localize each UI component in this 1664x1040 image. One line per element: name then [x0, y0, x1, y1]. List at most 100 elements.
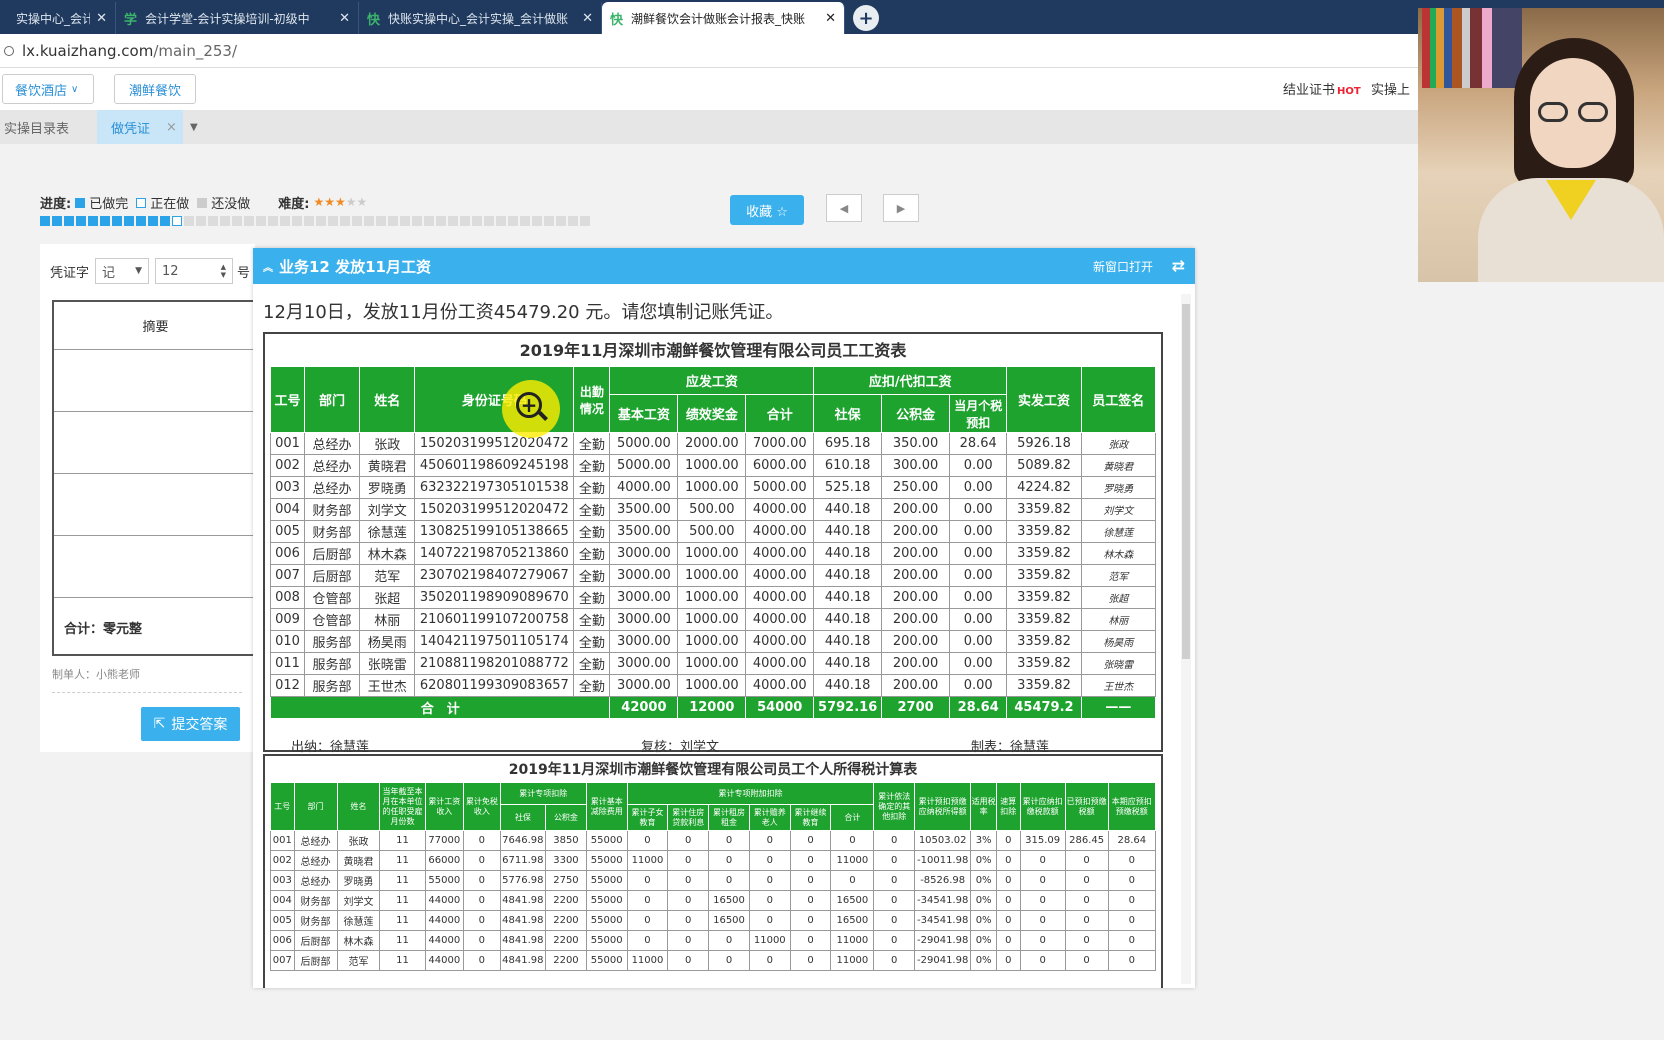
prev-arrow-icon[interactable]: ◀: [826, 194, 862, 222]
progress-cell[interactable]: [388, 216, 398, 226]
company-button[interactable]: 潮鲜餐饮: [114, 74, 196, 104]
progress-cell[interactable]: [172, 216, 182, 226]
tab-voucher[interactable]: 做凭证 ×: [97, 110, 183, 144]
table-cell: 林木森: [1080, 542, 1157, 565]
collapse-icon[interactable]: ︽: [263, 259, 273, 274]
stepper-arrows-icon[interactable]: ▲ ▼: [221, 263, 226, 279]
table-row: 008 仓管部 张超 350201198909089670 全勤 3000.00 1000.…: [270, 586, 1157, 609]
progress-cell[interactable]: [424, 216, 434, 226]
progress-cell[interactable]: [136, 216, 146, 226]
table-cell: 0: [789, 890, 832, 911]
progress-cell[interactable]: [88, 216, 98, 226]
close-icon[interactable]: ×: [166, 120, 177, 135]
tab-close-icon[interactable]: ✕: [582, 11, 593, 26]
voucher-type-select[interactable]: 记 ▼: [95, 258, 150, 284]
progress-cell[interactable]: [76, 216, 86, 226]
tax-group-header: 累计专项扣除: [499, 782, 587, 805]
new-tab-icon[interactable]: +: [853, 5, 879, 31]
open-new-window-link[interactable]: 新窗口打开: [1093, 258, 1153, 275]
table-cell: 全勤: [573, 564, 611, 587]
browser-tab[interactable]: 快快账实操中心_会计实操_会计做账 ✕: [359, 2, 602, 34]
url-domain: lx.kuaizhang.com: [22, 41, 154, 60]
tab-close-icon[interactable]: ✕: [339, 11, 350, 26]
address-bar[interactable]: lx.kuaizhang.com /main_253/: [0, 34, 1664, 68]
tab-close-icon[interactable]: ✕: [96, 11, 107, 26]
site-info-icon[interactable]: [4, 45, 14, 56]
voucher-row[interactable]: [54, 474, 257, 536]
progress-cell[interactable]: [52, 216, 62, 226]
progress-cell[interactable]: [376, 216, 386, 226]
browser-tab[interactable]: 学会计学堂-会计实操培训-初级中 ✕: [116, 2, 359, 34]
progress-cell[interactable]: [496, 216, 506, 226]
total-label: 合 计: [269, 696, 611, 719]
table-cell: 1000.00: [677, 564, 747, 587]
scrollbar[interactable]: [1181, 294, 1191, 984]
progress-cell[interactable]: [112, 216, 122, 226]
progress-cell[interactable]: [292, 216, 302, 226]
progress-cell[interactable]: [280, 216, 290, 226]
progress-cell[interactable]: [400, 216, 410, 226]
swap-icon[interactable]: ⇄: [1172, 256, 1185, 275]
voucher-table: 摘要 合计：零元整: [52, 300, 257, 656]
progress-cell[interactable]: [568, 216, 578, 226]
submit-answer-button[interactable]: ⇱ 提交答案: [141, 707, 240, 741]
progress-cell[interactable]: [448, 216, 458, 226]
progress-cell[interactable]: [148, 216, 158, 226]
progress-cell[interactable]: [544, 216, 554, 226]
progress-cell[interactable]: [520, 216, 530, 226]
table-cell: 200.00: [881, 674, 951, 697]
table-cell: 0%: [970, 930, 997, 951]
progress-cell[interactable]: [580, 216, 590, 226]
progress-cell[interactable]: [460, 216, 470, 226]
industry-dropdown[interactable]: 餐饮酒店 ∨: [2, 74, 94, 104]
browser-tab[interactable]: 快潮鲜餐饮会计做账会计报表_快账 ✕: [602, 2, 845, 34]
favorite-button[interactable]: 收藏 ☆: [730, 195, 804, 225]
progress-cell[interactable]: [256, 216, 266, 226]
progress-cell[interactable]: [328, 216, 338, 226]
progress-cell[interactable]: [184, 216, 194, 226]
progress-cell[interactable]: [316, 216, 326, 226]
progress-cell[interactable]: [124, 216, 134, 226]
scrollbar-thumb[interactable]: [1182, 304, 1190, 659]
cert-link[interactable]: 结业证书 HOT: [1283, 79, 1361, 98]
caret-down-icon: ▼: [135, 266, 143, 276]
browser-tab[interactable]: 实操中心_会计实操 ✕: [0, 2, 116, 34]
progress-cell[interactable]: [484, 216, 494, 226]
table-row: 003 总经办 罗晓勇 11 55000 0 5776.98 2750 55000 0 0 0 0 0 0 0…: [270, 870, 1157, 891]
progress-cell[interactable]: [352, 216, 362, 226]
progress-cell[interactable]: [532, 216, 542, 226]
progress-cell[interactable]: [508, 216, 518, 226]
table-cell: 11: [379, 850, 426, 871]
table-cell: 0: [748, 910, 791, 931]
voucher-row[interactable]: [54, 412, 257, 474]
table-cell: 3300: [545, 850, 587, 871]
progress-cell[interactable]: [160, 216, 170, 226]
progress-cell[interactable]: [220, 216, 230, 226]
progress-cell[interactable]: [244, 216, 254, 226]
progress-cell[interactable]: [556, 216, 566, 226]
progress-cell[interactable]: [64, 216, 74, 226]
tab-close-icon[interactable]: ✕: [825, 11, 836, 26]
table-cell: 0: [626, 870, 669, 891]
progress-cell[interactable]: [268, 216, 278, 226]
progress-cell[interactable]: [196, 216, 206, 226]
voucher-row[interactable]: [54, 350, 257, 412]
practice-link[interactable]: 实操上: [1371, 79, 1410, 98]
progress-cell[interactable]: [208, 216, 218, 226]
progress-cell[interactable]: [232, 216, 242, 226]
tax-col-header: 当年截至本月在本单位的任职受雇月份数: [379, 782, 426, 831]
next-arrow-icon[interactable]: ▶: [883, 194, 919, 222]
voucher-row[interactable]: [54, 536, 257, 598]
voucher-number-stepper[interactable]: 12 ▲ ▼: [155, 258, 234, 284]
progress-cell[interactable]: [304, 216, 314, 226]
progress-cell[interactable]: [412, 216, 422, 226]
progress-cell[interactable]: [100, 216, 110, 226]
progress-cell[interactable]: [472, 216, 482, 226]
progress-cell[interactable]: [40, 216, 50, 226]
progress-cell[interactable]: [340, 216, 350, 226]
progress-cell[interactable]: [436, 216, 446, 226]
table-cell: 全勤: [573, 432, 611, 455]
tab-menu-chevron-icon[interactable]: ▼: [190, 110, 206, 144]
tab-catalog[interactable]: 实操目录表: [4, 110, 90, 144]
progress-cell[interactable]: [364, 216, 374, 226]
